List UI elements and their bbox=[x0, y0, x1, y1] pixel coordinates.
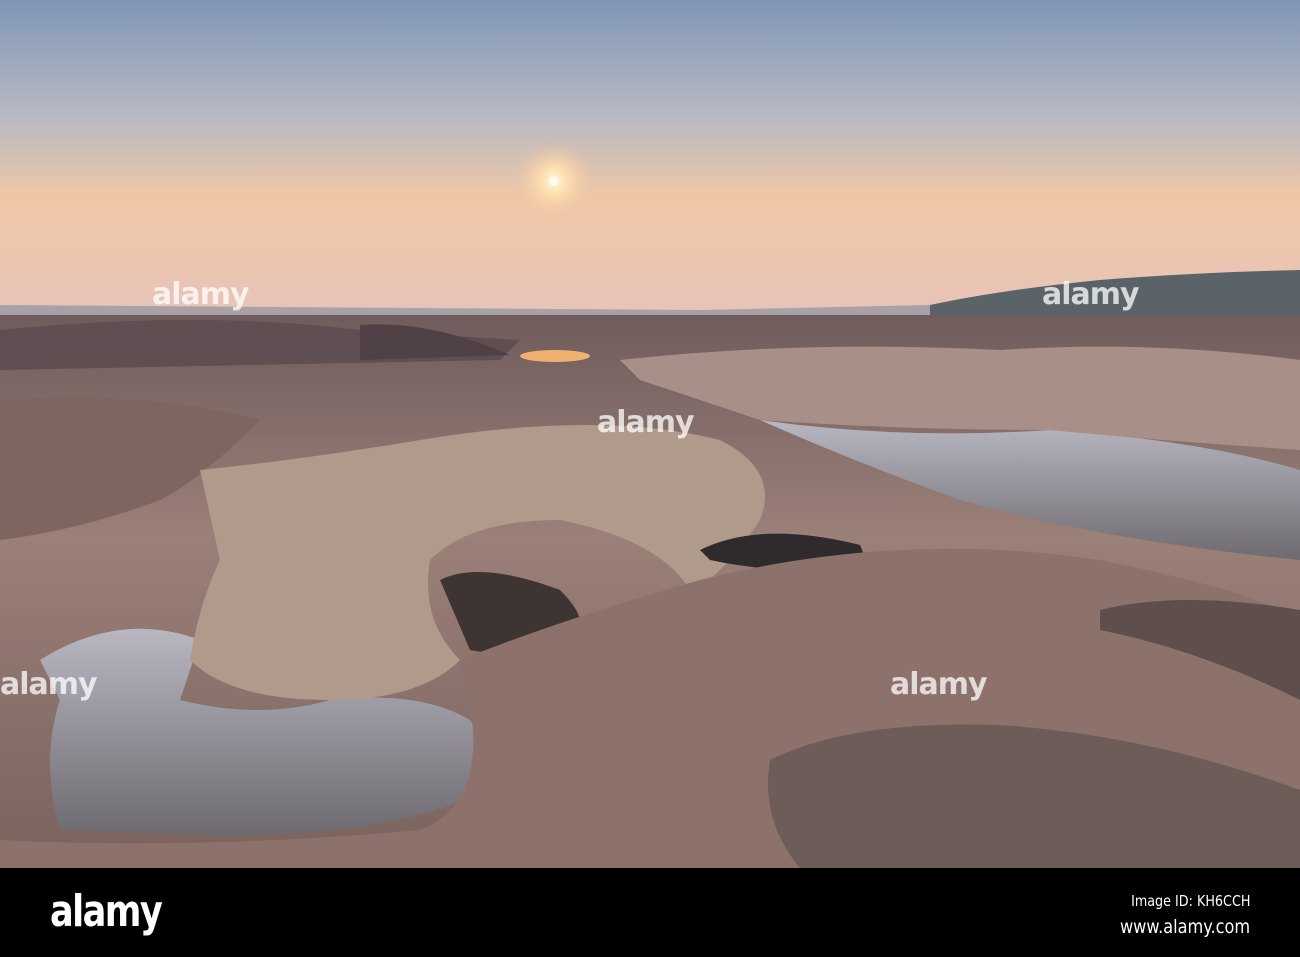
footer-bar: alamy Image ID: KH6CCH www.alamy.com bbox=[0, 868, 1300, 957]
watermark-logo: alamy bbox=[597, 405, 695, 440]
watermark-logo: alamy bbox=[890, 667, 988, 702]
watermark-logo: alamy bbox=[1042, 277, 1140, 312]
watermark-logo: alamy bbox=[152, 277, 250, 312]
alamy-logo: alamy bbox=[50, 886, 163, 937]
image-id: Image ID: KH6CCH bbox=[1130, 892, 1250, 910]
watermark-logo: alamy bbox=[0, 667, 98, 702]
website-link[interactable]: www.alamy.com bbox=[1120, 916, 1250, 938]
stock-photo: alamy alamy alamy alamy alamy alamy Imag… bbox=[0, 0, 1300, 957]
